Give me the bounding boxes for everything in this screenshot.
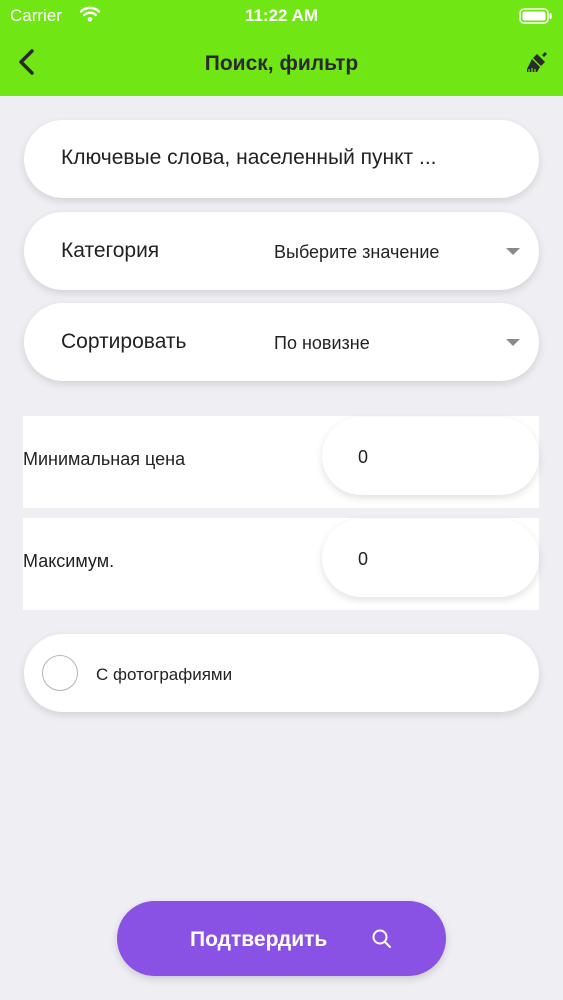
chevron-down-icon — [506, 248, 520, 255]
sort-select[interactable]: Сортировать По новизне — [24, 303, 539, 381]
sort-value: По новизне — [274, 333, 370, 353]
photo-checkbox[interactable] — [42, 655, 78, 691]
battery-icon — [519, 8, 552, 24]
min-price-row: Минимальная цена 0 — [23, 416, 539, 508]
header: Carrier 11:22 AM Поиск, фильтр — [0, 0, 563, 96]
confirm-button[interactable]: Подтвердить — [117, 901, 446, 976]
brush-icon — [527, 52, 547, 72]
search-icon — [372, 929, 391, 948]
keywords-placeholder: Ключевые слова, населенный пункт ... — [61, 146, 437, 169]
max-price-row: Максимум. 0 — [23, 518, 539, 610]
max-price-value: 0 — [358, 549, 369, 569]
max-price-input[interactable]: 0 — [322, 519, 539, 597]
photo-filter-label: С фотографиями — [96, 665, 233, 684]
clear-filter-button[interactable] — [519, 46, 553, 80]
status-bar: Carrier 11:22 AM — [0, 0, 563, 34]
navbar: Поиск, фильтр — [0, 40, 563, 90]
sort-label: Сортировать — [61, 330, 187, 353]
category-label: Категория — [61, 239, 160, 262]
min-price-label: Минимальная цена — [23, 449, 186, 469]
keywords-input[interactable]: Ключевые слова, населенный пункт ... — [24, 120, 539, 198]
status-time: 11:22 AM — [244, 6, 319, 25]
min-price-input[interactable]: 0 — [322, 417, 539, 495]
category-select[interactable]: Категория Выберите значение — [24, 212, 539, 290]
photo-filter-row[interactable]: С фотографиями — [24, 634, 539, 712]
category-value: Выберите значение — [274, 242, 440, 262]
chevron-down-icon — [506, 339, 520, 346]
min-price-value: 0 — [358, 447, 369, 467]
page-title: Поиск, фильтр — [204, 52, 359, 75]
max-price-label: Максимум. — [23, 551, 115, 571]
confirm-label: Подтвердить — [190, 928, 328, 951]
